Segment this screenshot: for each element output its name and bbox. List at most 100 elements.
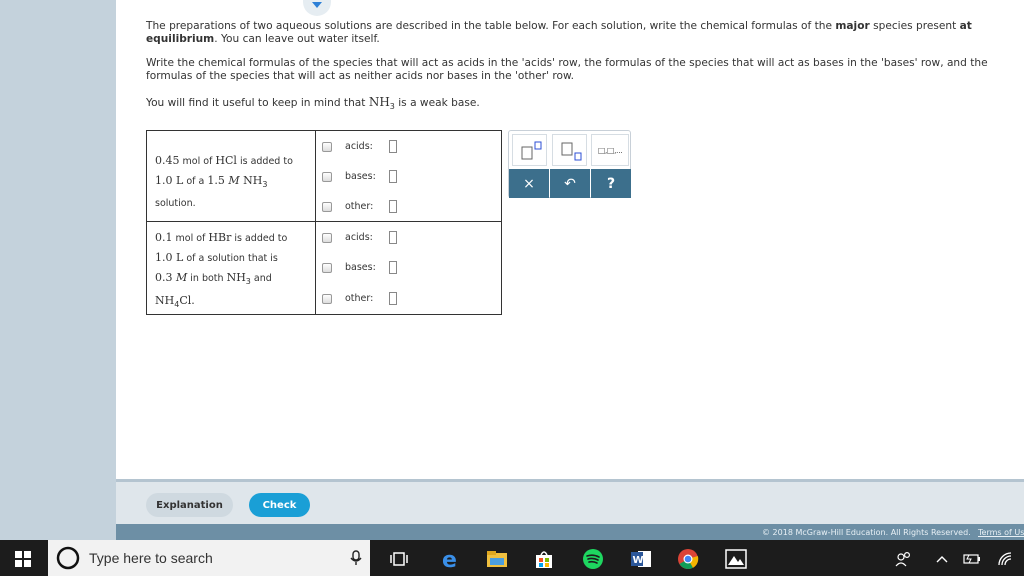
hint-formula: NH: [368, 95, 390, 109]
sol1-other-checkbox[interactable]: [322, 201, 332, 212]
table-row: 0.1 mol of HBr is added to 1.0 L of a so…: [146, 221, 502, 315]
superscript-icon: [521, 141, 542, 160]
sol2-salt-rest: Cl.: [179, 293, 195, 307]
collapse-button[interactable]: [303, 0, 331, 16]
intro-bold-major: major: [835, 20, 870, 32]
sol2-volume: 1.0 L: [155, 251, 184, 264]
battery-button[interactable]: [960, 548, 982, 570]
sol2-salt: NH: [155, 293, 175, 307]
svg-text:W: W: [633, 555, 644, 566]
hint-text: You will find it useful to keep in mind …: [146, 96, 480, 113]
superscript-button[interactable]: [512, 134, 547, 166]
sol2-text-c: of a solution that is: [183, 253, 278, 264]
sol2-line1: 0.1 mol of HBr is added to: [155, 228, 315, 248]
left-sidebar: [0, 0, 116, 540]
subscript-button[interactable]: [552, 134, 587, 166]
sol2-text-e: and: [250, 273, 272, 284]
word-icon: W: [631, 551, 651, 567]
copyright-text: © 2018 McGraw-Hill Education. All Rights…: [762, 528, 971, 537]
microphone-icon[interactable]: [350, 550, 362, 566]
tray-expand-button[interactable]: [931, 548, 953, 570]
explanation-button[interactable]: Explanation: [146, 493, 233, 517]
sol1-sub: 3: [262, 179, 268, 189]
sol2-acids-label: acids:: [345, 232, 373, 243]
list-button[interactable]: □,□,...: [591, 134, 629, 166]
edge-browser-button[interactable]: e: [440, 548, 462, 570]
sol2-bases-checkbox[interactable]: [322, 262, 332, 273]
sol1-conc: 1.5: [207, 174, 229, 187]
sol1-bases-label: bases:: [345, 171, 376, 182]
sol2-acids-input[interactable]: [389, 231, 397, 244]
spotify-button[interactable]: [582, 548, 604, 570]
chevron-up-icon: [936, 556, 948, 563]
store-bag-icon: [536, 551, 552, 568]
sol1-acids-input[interactable]: [389, 140, 397, 153]
sol2-text-d: in both: [187, 273, 227, 284]
windows-logo-icon: [15, 551, 31, 567]
file-explorer-button[interactable]: [486, 548, 508, 570]
hint-suffix: is a weak base.: [394, 97, 480, 109]
chrome-button[interactable]: [677, 548, 699, 570]
check-button[interactable]: Check: [249, 493, 310, 517]
sol2-formula: HBr: [208, 231, 232, 244]
solution-2-answers: acids: bases: other:: [315, 221, 502, 315]
sol1-line3: solution.: [155, 197, 196, 209]
wifi-icon: [998, 552, 1012, 566]
sol1-base: NH: [239, 174, 263, 187]
sol1-other-label: other:: [345, 201, 374, 212]
sol2-base: NH: [226, 271, 246, 284]
sol1-acids-checkbox[interactable]: [322, 141, 332, 152]
terms-link[interactable]: Terms of Us: [978, 528, 1024, 537]
instructions-line1: Write the chemical formulas of the speci…: [146, 57, 988, 69]
sol1-line2: 1.0 L of a 1.5 M NH3: [155, 171, 315, 194]
intro-bold-equilibrium: equilibrium: [146, 33, 215, 45]
intro-bold-at: at: [959, 20, 972, 32]
intro-text-b: species present: [869, 20, 960, 32]
sol2-other-checkbox[interactable]: [322, 293, 332, 304]
sol2-acids-checkbox[interactable]: [322, 232, 332, 243]
word-button[interactable]: W: [630, 548, 652, 570]
clear-button[interactable]: ×: [509, 169, 549, 198]
sol1-other-row: other:: [322, 200, 397, 213]
solution-2-description: 0.1 mol of HBr is added to 1.0 L of a so…: [146, 221, 316, 315]
sol1-bases-input[interactable]: [389, 170, 397, 183]
people-button[interactable]: [893, 548, 915, 570]
help-button[interactable]: ?: [591, 169, 631, 198]
photos-button[interactable]: [725, 548, 747, 570]
undo-button[interactable]: ↶: [550, 169, 590, 198]
sol1-line1: 0.45 mol of HCl is added to: [155, 151, 315, 171]
sol1-volume: 1.0 L: [155, 174, 184, 187]
hint-prefix: You will find it useful to keep in mind …: [146, 97, 369, 109]
sol1-other-input[interactable]: [389, 200, 397, 213]
task-view-icon: [390, 552, 408, 566]
sol1-amount: 0.45: [155, 154, 180, 167]
sol2-other-input[interactable]: [389, 292, 397, 305]
sol1-bases-row: bases:: [322, 170, 397, 183]
sol2-conc: 0.3: [155, 271, 176, 284]
store-button[interactable]: [533, 548, 555, 570]
windows-start-button[interactable]: [12, 548, 34, 570]
folder-icon: [487, 551, 507, 567]
edge-icon: e: [442, 548, 457, 570]
spotify-icon: [583, 549, 603, 569]
svg-text:e: e: [442, 548, 457, 570]
solution-1-answers: acids: bases: other:: [315, 130, 502, 222]
preparations-table: 0.45 mol of HCl is added to 1.0 L of a 1…: [146, 130, 502, 315]
instructions-line2: formulas of the species that will act as…: [146, 70, 575, 82]
people-icon: [895, 551, 911, 567]
taskbar-search[interactable]: Type here to search: [48, 540, 370, 576]
wifi-button[interactable]: [994, 548, 1016, 570]
sol2-bases-input[interactable]: [389, 261, 397, 274]
task-view-button[interactable]: [388, 548, 410, 570]
sol1-text: mol of: [179, 156, 216, 167]
sol1-text-c: of a: [183, 176, 208, 187]
cortana-icon: [56, 546, 80, 570]
sol2-text: mol of: [172, 233, 209, 244]
sol2-other-label: other:: [345, 293, 374, 304]
sol2-text-b: is added to: [231, 233, 288, 244]
sol1-bases-checkbox[interactable]: [322, 171, 332, 182]
sol2-line4: NH4Cl.: [155, 291, 315, 314]
sol1-acids-row: acids:: [322, 140, 397, 153]
answer-palette: □,□,... × ↶ ?: [508, 130, 631, 198]
sol2-line3: 0.3 M in both NH3 and: [155, 268, 315, 291]
